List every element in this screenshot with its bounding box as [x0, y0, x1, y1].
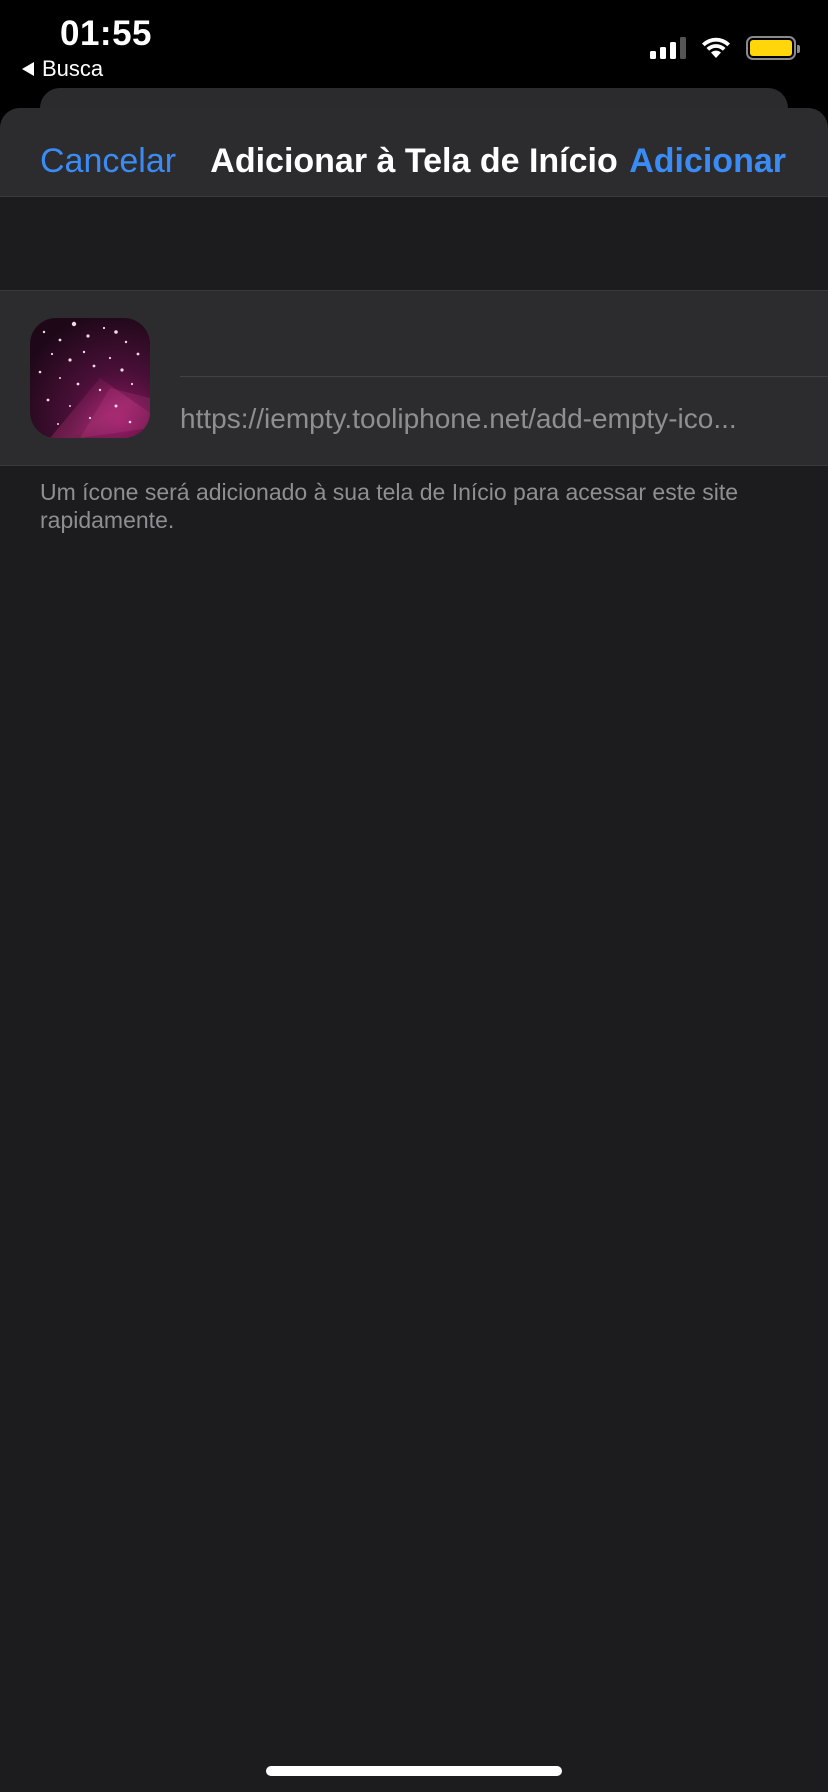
shortcut-url: https://iempty.tooliphone.net/add-empty-…: [180, 403, 737, 434]
add-to-home-screen-sheet: Adicionar à Tela de Início Cancelar Adic…: [0, 108, 828, 1792]
web-clip-form: https://iempty.tooliphone.net/add-empty-…: [0, 290, 828, 466]
wifi-icon: [702, 37, 730, 58]
shortcut-name-field[interactable]: [180, 291, 828, 377]
status-bar: 01:55 Busca: [0, 0, 828, 86]
back-triangle-icon: [22, 62, 34, 76]
status-icons: [650, 36, 800, 60]
cancel-button[interactable]: Cancelar: [40, 142, 176, 181]
screen: 01:55 Busca Adicionar à Tela de Início C…: [0, 0, 828, 1792]
sheet-nav-bar: Adicionar à Tela de Início Cancelar Adic…: [0, 108, 828, 197]
back-to-app-button[interactable]: Busca: [22, 56, 103, 82]
footer-note: Um ícone será adicionado à sua tela de I…: [40, 479, 739, 533]
shortcut-name-input[interactable]: [180, 291, 828, 376]
cellular-signal-icon: [650, 37, 686, 59]
status-time: 01:55: [60, 14, 153, 53]
battery-icon: [746, 36, 800, 60]
starfield-web-clip-icon: [30, 318, 150, 438]
back-app-label: Busca: [42, 56, 104, 81]
add-button[interactable]: Adicionar: [629, 142, 786, 181]
home-indicator[interactable]: [266, 1766, 562, 1776]
